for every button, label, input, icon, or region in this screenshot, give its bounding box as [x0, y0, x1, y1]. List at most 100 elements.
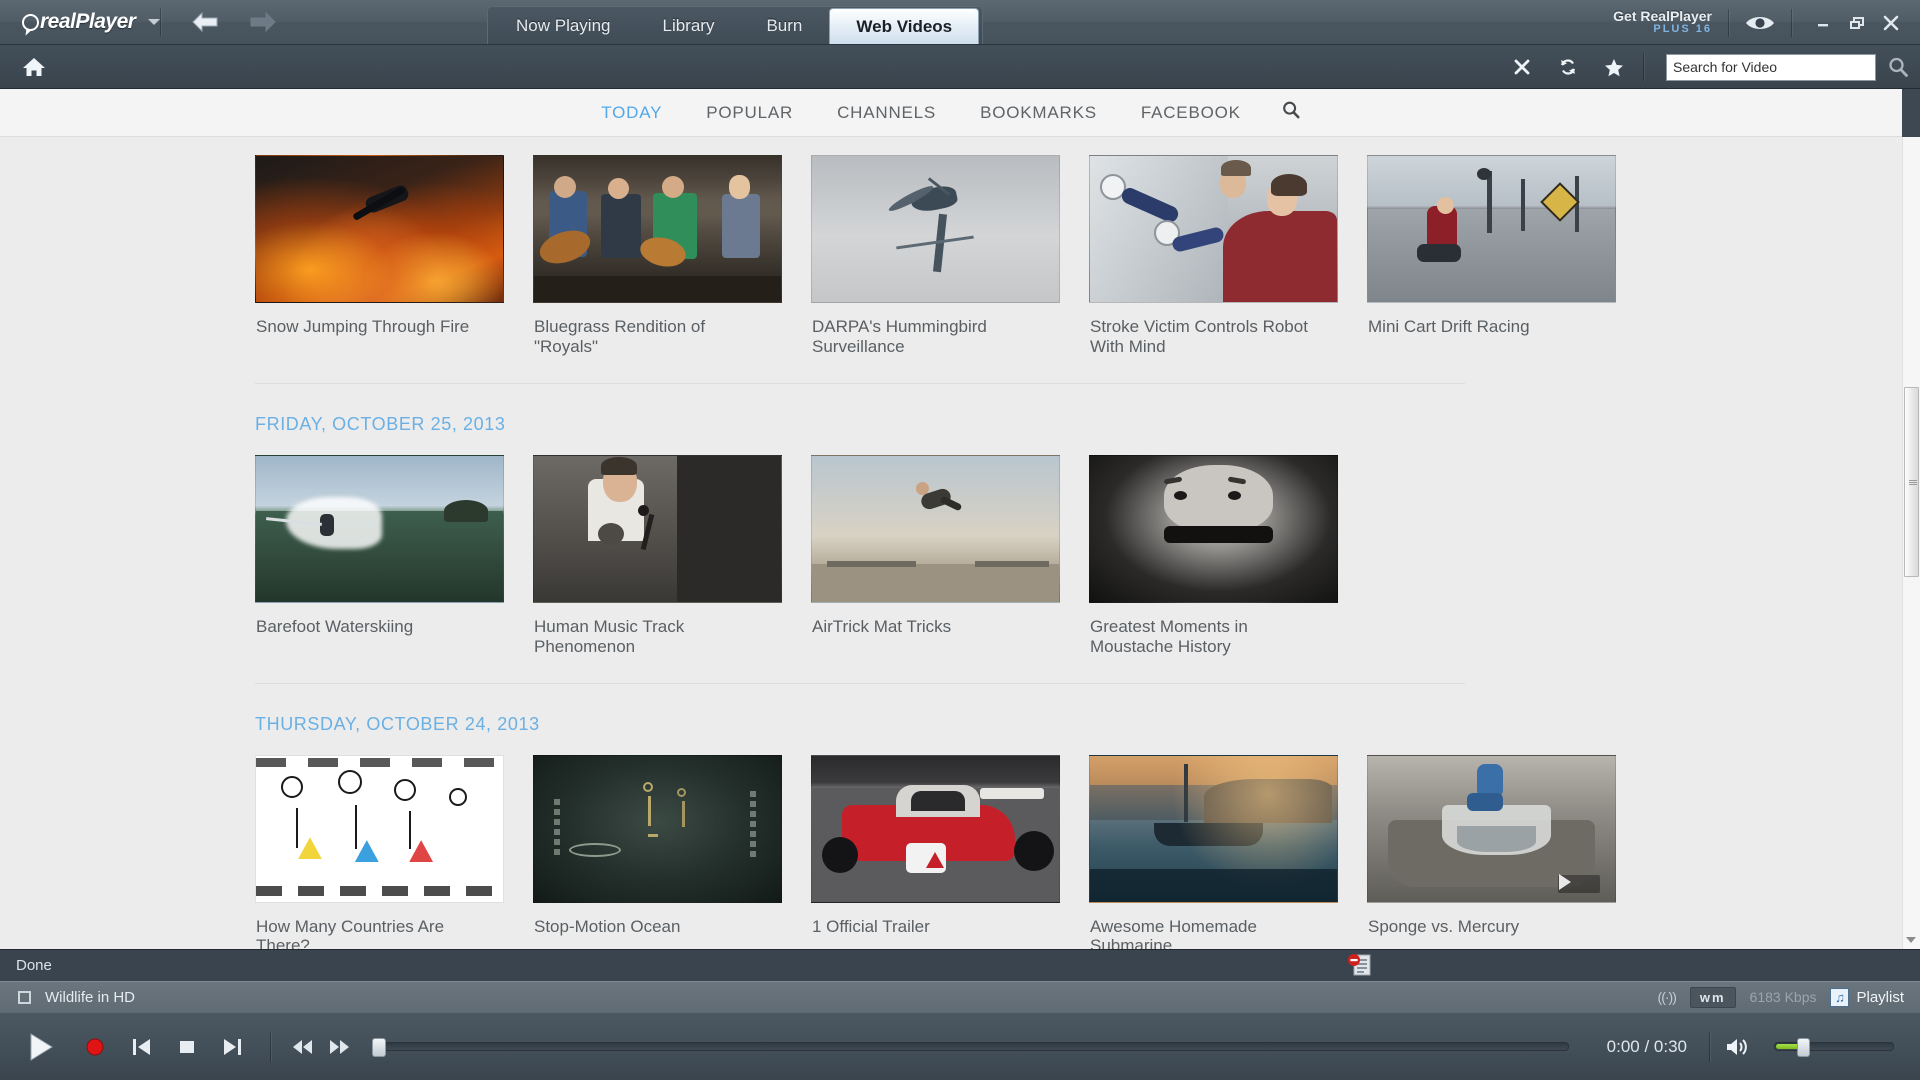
video-card[interactable]: 1 Official Trailer: [811, 754, 1089, 950]
eye-button[interactable]: [1729, 14, 1791, 32]
search-input[interactable]: [1666, 53, 1876, 81]
video-thumbnail[interactable]: [533, 155, 782, 303]
video-card[interactable]: Sponge vs. Mercury: [1367, 754, 1645, 950]
refresh-button[interactable]: [1545, 45, 1591, 89]
group-date-header: FRIDAY, OCTOBER 25, 2013: [255, 413, 506, 434]
next-button[interactable]: [210, 1035, 256, 1059]
video-thumbnail[interactable]: [811, 155, 1060, 303]
restore-button[interactable]: [1842, 9, 1872, 37]
webnav-item-channels[interactable]: CHANNELS: [815, 103, 958, 123]
video-title: Awesome Homemade Submarine: [1090, 916, 1257, 950]
restore-icon: [1850, 16, 1864, 29]
close-button[interactable]: [1876, 9, 1906, 37]
seek-handle[interactable]: [372, 1038, 386, 1057]
back-button[interactable]: [189, 9, 223, 35]
video-row: How Many Countries Are There? Stop-Motio…: [215, 754, 1687, 950]
video-card[interactable]: How Many Countries Are There?: [255, 754, 533, 949]
video-thumbnail[interactable]: [811, 454, 1060, 603]
video-card[interactable]: AirTrick Mat Tricks: [811, 454, 1089, 657]
main-tabs: Now Playing Library Burn Web Videos: [487, 0, 984, 44]
webnav-item-popular[interactable]: POPULAR: [684, 103, 815, 123]
tab-library[interactable]: Library: [637, 8, 741, 44]
real-bubble-icon: [22, 14, 39, 31]
navigation-arrows: [161, 9, 307, 35]
vertical-scrollbar[interactable]: [1902, 137, 1920, 949]
home-button[interactable]: [0, 56, 68, 78]
webnav-item-bookmarks[interactable]: BOOKMARKS: [958, 103, 1119, 123]
video-card[interactable]: Snow Jumping Through Fire: [255, 155, 533, 357]
scroll-down-arrow-icon[interactable]: [1906, 937, 1916, 943]
minimize-button[interactable]: [1808, 9, 1838, 37]
video-card[interactable]: Awesome Homemade Submarine: [1089, 754, 1367, 950]
video-card[interactable]: Human Music Track Phenomenon: [533, 454, 811, 657]
webnav-item-facebook[interactable]: FACEBOOK: [1119, 103, 1263, 123]
tab-now-playing[interactable]: Now Playing: [490, 8, 637, 44]
video-thumbnail[interactable]: [255, 454, 504, 603]
video-card[interactable]: Bluegrass Rendition of "Royals": [533, 155, 811, 357]
video-card[interactable]: Barefoot Waterskiing: [255, 454, 533, 657]
mute-button[interactable]: [1710, 1036, 1764, 1058]
video-thumbnail[interactable]: [811, 754, 1060, 903]
record-icon: [86, 1038, 104, 1055]
video-group: FRIDAY, OCTOBER 25, 2013 Barefoot Waters…: [215, 388, 1687, 688]
video-thumbnail[interactable]: [1089, 155, 1338, 303]
promo-line-2: PLUS 16: [1653, 23, 1712, 36]
video-card[interactable]: Stroke Victim Controls Robot With Mind: [1089, 155, 1367, 357]
video-title: Barefoot Waterskiing: [256, 616, 414, 636]
video-title: 1 Official Trailer: [812, 916, 930, 936]
rewind-button[interactable]: [285, 1037, 321, 1057]
get-realplayer-plus-promo[interactable]: Get RealPlayer PLUS 16: [1613, 9, 1728, 35]
video-thumbnail[interactable]: [255, 155, 504, 303]
video-card[interactable]: DARPA's Hummingbird Surveillance: [811, 155, 1089, 357]
search-submit-button[interactable]: [1876, 56, 1920, 78]
close-icon: [1883, 15, 1899, 30]
window-controls: [1792, 9, 1920, 37]
video-thumbnail[interactable]: [533, 454, 782, 603]
page-blocked-indicator[interactable]: [1346, 953, 1372, 982]
play-button[interactable]: [10, 1031, 72, 1063]
record-button[interactable]: [72, 1037, 118, 1057]
group-date-header: THURSDAY, OCTOBER 24, 2013: [255, 713, 540, 734]
video-card[interactable]: Mini Cart Drift Racing: [1367, 155, 1645, 357]
video-thumbnail[interactable]: [1089, 754, 1338, 903]
browser-toolbar: [0, 45, 1920, 89]
scrollbar-thumb[interactable]: [1904, 387, 1919, 577]
webnav-item-today[interactable]: TODAY: [579, 103, 684, 123]
favorites-button[interactable]: [1591, 45, 1637, 89]
now-playing-bar: Wildlife in HD ((·)) wm 6183 Kbps ♫ Play…: [0, 981, 1920, 1012]
promo-line-1: Get RealPlayer: [1613, 8, 1712, 25]
divider: [270, 1031, 271, 1062]
video-card[interactable]: Greatest Moments in Moustache History: [1089, 454, 1367, 657]
search-icon: [1282, 101, 1300, 119]
video-thumbnail[interactable]: [1089, 454, 1338, 603]
tab-burn[interactable]: Burn: [740, 8, 828, 44]
volume-handle[interactable]: [1797, 1038, 1810, 1057]
forward-button[interactable]: [245, 9, 279, 35]
video-thumbnail[interactable]: [533, 754, 782, 903]
logo-player: Player: [75, 10, 136, 33]
playlist-button[interactable]: ♫ Playlist: [1830, 987, 1904, 1007]
video-thumbnail[interactable]: [255, 754, 504, 903]
fast-forward-button[interactable]: [321, 1037, 357, 1057]
seek-slider[interactable]: [372, 1038, 1569, 1057]
webnav-search-button[interactable]: [1263, 100, 1323, 125]
video-card[interactable]: Stop-Motion Ocean: [533, 754, 811, 950]
chevron-down-icon[interactable]: [148, 19, 161, 25]
video-grid: Snow Jumping Through Fire Bluegrass Rend…: [0, 137, 1902, 949]
stop-button[interactable]: [164, 1037, 210, 1057]
previous-button[interactable]: [118, 1035, 164, 1059]
codec-badge: wm: [1689, 986, 1736, 1008]
next-track-icon: [224, 1038, 241, 1055]
tab-web-videos[interactable]: Web Videos: [829, 8, 980, 44]
video-thumbnail[interactable]: [1367, 754, 1616, 903]
volume-slider[interactable]: [1774, 1038, 1894, 1057]
stop-loading-button[interactable]: [1499, 45, 1545, 89]
realplayer-logo[interactable]: realPlayer: [0, 0, 161, 45]
video-thumbnail[interactable]: [1367, 155, 1616, 303]
now-playing-checkbox[interactable]: [18, 990, 31, 1004]
music-note-icon: ♫: [1830, 987, 1850, 1007]
divider: [255, 382, 1465, 384]
video-grid-scroll-area[interactable]: Snow Jumping Through Fire Bluegrass Rend…: [0, 137, 1902, 949]
video-row: Snow Jumping Through Fire Bluegrass Rend…: [215, 155, 1687, 357]
status-bar: Done: [0, 949, 1920, 981]
